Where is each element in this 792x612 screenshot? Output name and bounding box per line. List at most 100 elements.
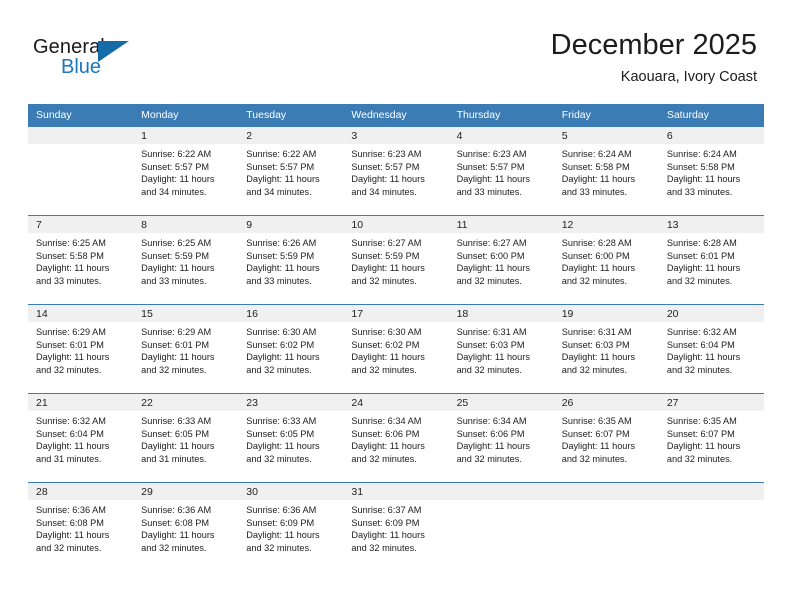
daylight-text-line1: Daylight: 11 hours <box>141 530 215 541</box>
day-cell: 8 Sunrise: 6:25 AM Sunset: 5:59 PM Daylight… <box>133 216 239 304</box>
day-detail: Sunrise: 6:36 AM Sunset: 6:08 PM Daylight:… <box>28 500 133 554</box>
daylight-text-line2: and 32 minutes. <box>246 542 312 553</box>
calendar-day-cell[interactable]: 20 Sunrise: 6:32 AM Sunset: 6:04 PM Dayligh… <box>658 304 764 394</box>
calendar-day-cell[interactable]: 24 Sunrise: 6:34 AM Sunset: 6:06 PM Dayligh… <box>343 393 449 483</box>
general-blue-logo[interactable]: General Blue <box>33 36 153 82</box>
daylight-text-line2: and 32 minutes. <box>666 275 733 286</box>
sunrise-text: Sunrise: 6:25 AM <box>36 238 106 248</box>
day-number: 24 <box>343 394 449 411</box>
calendar-day-cell[interactable]: 13 Sunrise: 6:28 AM Sunset: 6:01 PM Dayligh… <box>658 215 764 305</box>
sunrise-text: Sunrise: 6:36 AM <box>36 505 106 515</box>
sunset-text: Sunset: 6:03 PM <box>456 339 525 350</box>
daylight-text-line1: Daylight: 11 hours <box>246 441 320 452</box>
day-cell: 27 Sunrise: 6:35 AM Sunset: 6:07 PM Dayligh… <box>658 394 764 482</box>
calendar-day-cell[interactable]: 25 Sunrise: 6:34 AM Sunset: 6:06 PM Dayligh… <box>448 393 554 483</box>
weekday-header-saturday: Saturday <box>658 104 764 127</box>
calendar-day-cell[interactable]: 1 Sunrise: 6:22 AM Sunset: 5:57 PM Daylight… <box>133 126 239 216</box>
calendar-page: General Blue December 2025 Kaouara, Ivor… <box>0 0 792 612</box>
day-number: 26 <box>553 394 659 411</box>
sunrise-text: Sunrise: 6:30 AM <box>351 327 422 337</box>
daylight-text-line1: Daylight: 11 hours <box>351 530 425 541</box>
daylight-text-line2: and 32 minutes. <box>456 364 522 375</box>
day-detail: Sunrise: 6:36 AM Sunset: 6:09 PM Daylight:… <box>238 500 343 554</box>
day-cell: 21 Sunrise: 6:32 AM Sunset: 6:04 PM Dayligh… <box>28 394 134 482</box>
day-cell: 1 Sunrise: 6:22 AM Sunset: 5:57 PM Daylight… <box>133 127 239 215</box>
day-number <box>658 483 764 500</box>
daylight-text-line1: Daylight: 11 hours <box>351 352 425 363</box>
day-number: 28 <box>28 483 134 500</box>
day-number: 29 <box>133 483 239 500</box>
day-cell: 13 Sunrise: 6:28 AM Sunset: 6:01 PM Dayligh… <box>658 216 764 304</box>
calendar-day-cell[interactable]: 28 Sunrise: 6:36 AM Sunset: 6:08 PM Dayligh… <box>28 482 134 571</box>
calendar-day-cell[interactable]: 5 Sunrise: 6:24 AM Sunset: 5:58 PM Daylight… <box>553 126 659 216</box>
calendar-day-cell[interactable]: 27 Sunrise: 6:35 AM Sunset: 6:07 PM Dayligh… <box>658 393 764 483</box>
daylight-text-line1: Daylight: 11 hours <box>666 352 741 363</box>
calendar-day-cell <box>553 482 659 571</box>
day-number: 11 <box>448 216 554 233</box>
sunrise-text: Sunrise: 6:27 AM <box>351 238 422 248</box>
calendar-day-cell[interactable]: 29 Sunrise: 6:36 AM Sunset: 6:08 PM Dayligh… <box>133 482 239 571</box>
sunrise-text: Sunrise: 6:36 AM <box>141 505 212 515</box>
calendar-day-cell[interactable]: 18 Sunrise: 6:31 AM Sunset: 6:03 PM Dayligh… <box>448 304 554 394</box>
day-detail <box>554 500 659 504</box>
calendar-day-cell[interactable]: 19 Sunrise: 6:31 AM Sunset: 6:03 PM Dayligh… <box>553 304 659 394</box>
daylight-text-line2: and 31 minutes. <box>36 453 102 464</box>
daylight-text-line1: Daylight: 11 hours <box>351 263 425 274</box>
day-number: 5 <box>553 127 659 144</box>
sunrise-text: Sunrise: 6:27 AM <box>456 238 527 248</box>
calendar-day-cell <box>658 482 764 571</box>
daylight-text-line1: Daylight: 11 hours <box>36 352 110 363</box>
day-detail: Sunrise: 6:22 AM Sunset: 5:57 PM Daylight:… <box>238 144 343 198</box>
day-detail: Sunrise: 6:23 AM Sunset: 5:57 PM Daylight:… <box>343 144 448 198</box>
daylight-text-line1: Daylight: 11 hours <box>561 174 636 185</box>
daylight-text-line2: and 32 minutes. <box>351 364 417 375</box>
calendar-day-cell[interactable]: 11 Sunrise: 6:27 AM Sunset: 6:00 PM Dayligh… <box>448 215 554 305</box>
daylight-text-line1: Daylight: 11 hours <box>666 441 741 452</box>
sunrise-text: Sunrise: 6:37 AM <box>351 505 422 515</box>
day-detail: Sunrise: 6:35 AM Sunset: 6:07 PM Daylight:… <box>659 411 764 465</box>
calendar-day-cell[interactable]: 6 Sunrise: 6:24 AM Sunset: 5:58 PM Daylight… <box>658 126 764 216</box>
day-number: 3 <box>343 127 449 144</box>
calendar-day-cell[interactable]: 2 Sunrise: 6:22 AM Sunset: 5:57 PM Daylight… <box>238 126 344 216</box>
calendar-day-cell[interactable]: 21 Sunrise: 6:32 AM Sunset: 6:04 PM Dayligh… <box>28 393 134 483</box>
calendar-day-cell[interactable]: 7 Sunrise: 6:25 AM Sunset: 5:58 PM Daylight… <box>28 215 134 305</box>
day-cell: 22 Sunrise: 6:33 AM Sunset: 6:05 PM Dayligh… <box>133 394 239 482</box>
day-detail <box>28 144 133 148</box>
calendar-week-row: 21 Sunrise: 6:32 AM Sunset: 6:04 PM Dayligh… <box>28 393 764 483</box>
weekday-header-tuesday: Tuesday <box>238 104 344 127</box>
calendar-day-cell[interactable]: 15 Sunrise: 6:29 AM Sunset: 6:01 PM Dayligh… <box>133 304 239 394</box>
calendar-day-cell[interactable]: 4 Sunrise: 6:23 AM Sunset: 5:57 PM Daylight… <box>448 126 554 216</box>
calendar-day-cell[interactable]: 22 Sunrise: 6:33 AM Sunset: 6:05 PM Dayligh… <box>133 393 239 483</box>
sunset-text: Sunset: 6:00 PM <box>561 250 630 261</box>
calendar-day-cell[interactable]: 26 Sunrise: 6:35 AM Sunset: 6:07 PM Dayligh… <box>553 393 659 483</box>
daylight-text-line2: and 33 minutes. <box>246 275 312 286</box>
calendar-day-cell[interactable]: 3 Sunrise: 6:23 AM Sunset: 5:57 PM Daylight… <box>343 126 449 216</box>
sunrise-text: Sunrise: 6:29 AM <box>141 327 212 337</box>
day-number: 17 <box>343 305 449 322</box>
calendar-day-cell[interactable]: 31 Sunrise: 6:37 AM Sunset: 6:09 PM Dayligh… <box>343 482 449 571</box>
calendar-day-cell[interactable]: 12 Sunrise: 6:28 AM Sunset: 6:00 PM Dayligh… <box>553 215 659 305</box>
calendar-day-cell[interactable]: 23 Sunrise: 6:33 AM Sunset: 6:05 PM Dayligh… <box>238 393 344 483</box>
calendar-day-cell[interactable]: 14 Sunrise: 6:29 AM Sunset: 6:01 PM Dayligh… <box>28 304 134 394</box>
calendar-day-cell[interactable]: 9 Sunrise: 6:26 AM Sunset: 5:59 PM Daylight… <box>238 215 344 305</box>
calendar-day-cell[interactable]: 30 Sunrise: 6:36 AM Sunset: 6:09 PM Dayligh… <box>238 482 344 571</box>
daylight-text-line2: and 32 minutes. <box>246 364 312 375</box>
day-detail: Sunrise: 6:31 AM Sunset: 6:03 PM Daylight:… <box>554 322 659 376</box>
daylight-text-line2: and 32 minutes. <box>666 364 733 375</box>
calendar-day-cell[interactable]: 16 Sunrise: 6:30 AM Sunset: 6:02 PM Dayligh… <box>238 304 344 394</box>
day-cell: 26 Sunrise: 6:35 AM Sunset: 6:07 PM Dayligh… <box>553 394 659 482</box>
triangle-flag-icon <box>98 41 129 62</box>
daylight-text-line2: and 32 minutes. <box>561 364 628 375</box>
sunrise-text: Sunrise: 6:28 AM <box>561 238 632 248</box>
sunset-text: Sunset: 5:59 PM <box>141 250 210 261</box>
day-number: 19 <box>553 305 659 322</box>
calendar-day-cell[interactable]: 10 Sunrise: 6:27 AM Sunset: 5:59 PM Dayligh… <box>343 215 449 305</box>
daylight-text-line2: and 32 minutes. <box>141 542 207 553</box>
sunset-text: Sunset: 5:57 PM <box>141 161 210 172</box>
empty-day-cell <box>658 483 764 571</box>
calendar-day-cell[interactable]: 8 Sunrise: 6:25 AM Sunset: 5:59 PM Daylight… <box>133 215 239 305</box>
sunset-text: Sunset: 6:04 PM <box>36 428 104 439</box>
day-detail: Sunrise: 6:27 AM Sunset: 6:00 PM Daylight:… <box>449 233 554 287</box>
daylight-text-line2: and 32 minutes. <box>36 364 102 375</box>
calendar-day-cell[interactable]: 17 Sunrise: 6:30 AM Sunset: 6:02 PM Dayligh… <box>343 304 449 394</box>
